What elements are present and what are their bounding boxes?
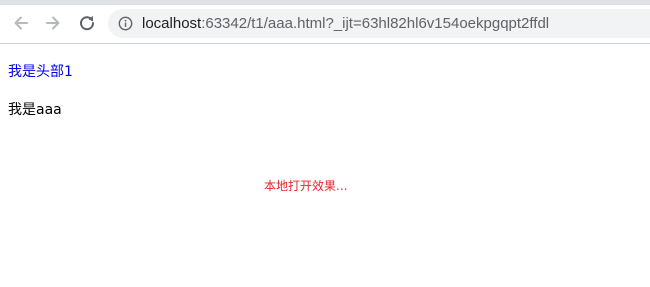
browser-toolbar: localhost:63342/t1/aaa.html?_ijt=63hl82h…: [0, 0, 650, 44]
url-text[interactable]: localhost:63342/t1/aaa.html?_ijt=63hl82h…: [142, 14, 549, 33]
forward-button[interactable]: [43, 13, 63, 33]
url-path: :63342/t1/aaa.html?_ijt=63hl82hl6v154oek…: [201, 15, 550, 32]
back-button[interactable]: [11, 13, 31, 33]
arrow-left-icon: [14, 16, 28, 30]
address-bar[interactable]: localhost:63342/t1/aaa.html?_ijt=63hl82h…: [108, 9, 650, 38]
reload-icon: [80, 15, 95, 31]
arrow-right-icon: [46, 16, 60, 30]
reload-button[interactable]: [77, 13, 97, 33]
header-link[interactable]: 我是头部1: [8, 63, 73, 81]
tab-strip-edge: [0, 0, 650, 5]
info-icon[interactable]: [118, 16, 133, 31]
body-text: 我是aaa: [8, 102, 62, 118]
local-open-note: 本地打开效果...: [264, 179, 348, 193]
url-host: localhost: [142, 15, 202, 32]
page-content: 我是头部1 我是aaa 本地打开效果...: [0, 45, 650, 287]
